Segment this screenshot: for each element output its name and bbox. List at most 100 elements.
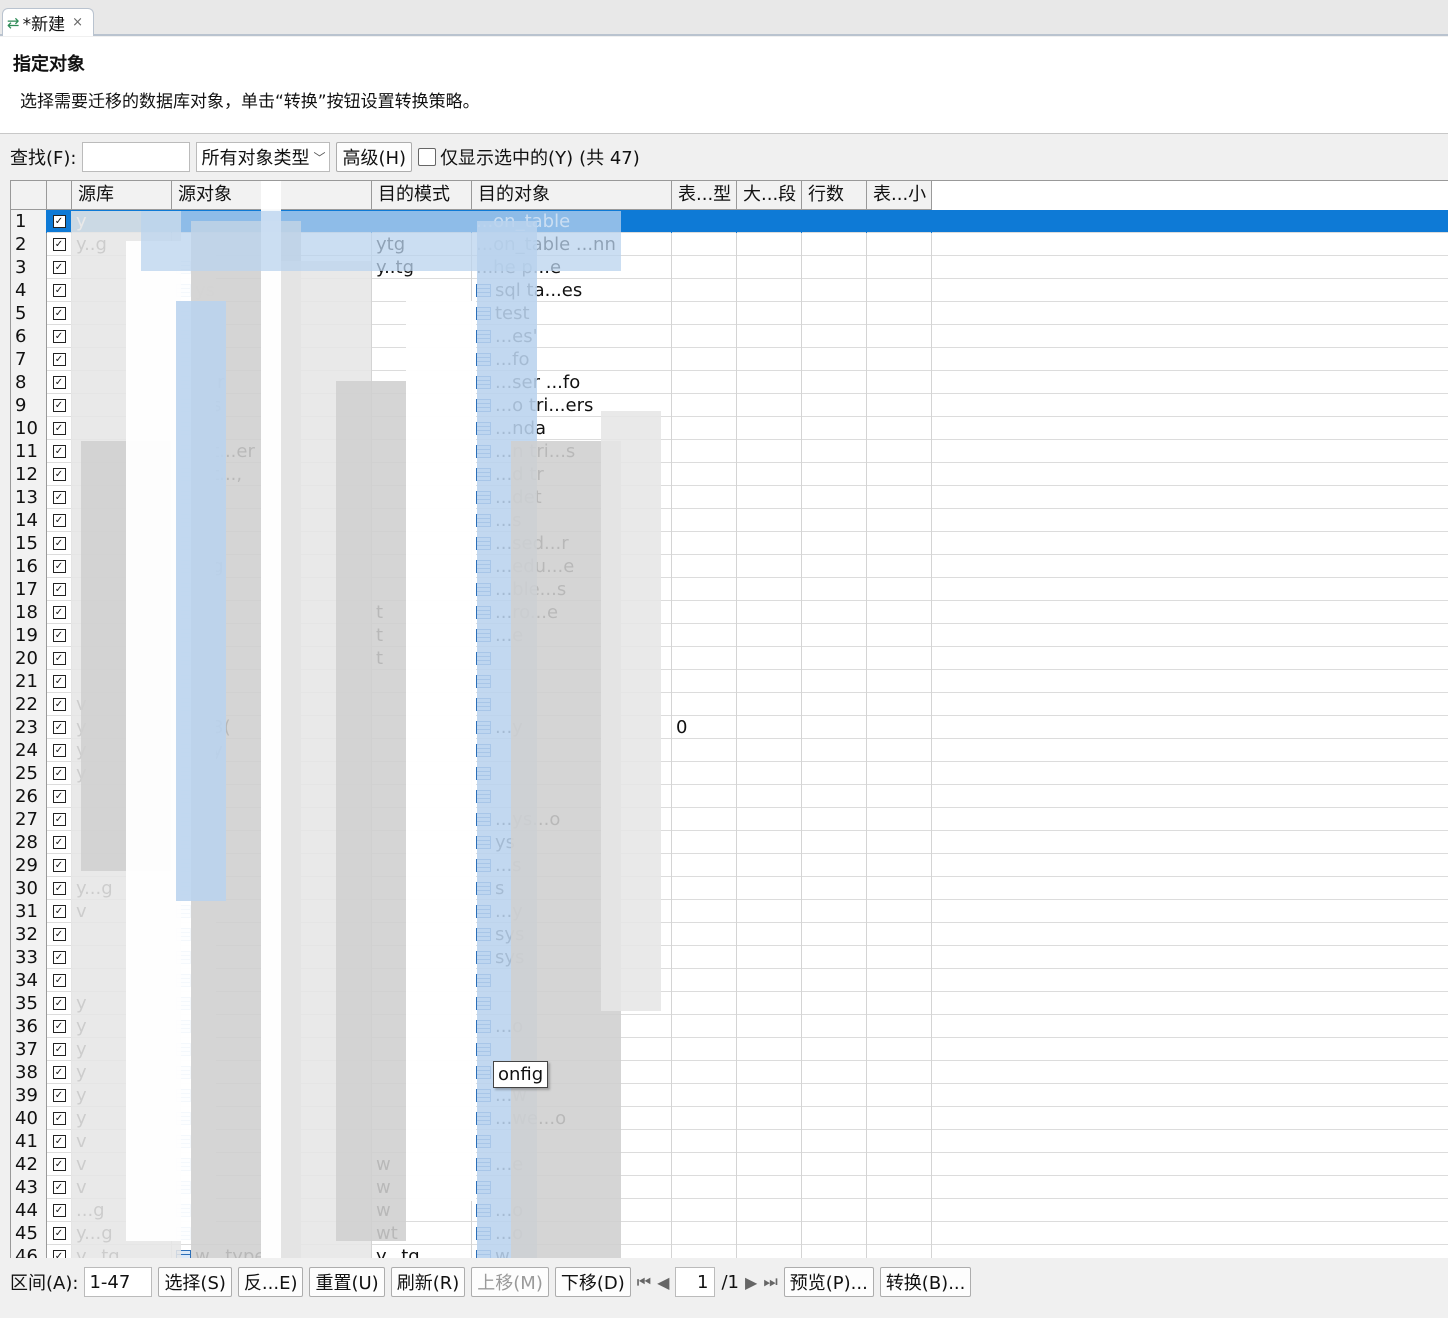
row-checkbox-cell[interactable]: ✓ bbox=[47, 716, 72, 739]
table-size-cell[interactable] bbox=[867, 716, 932, 739]
table-size-cell[interactable] bbox=[867, 532, 932, 555]
row-checkbox[interactable]: ✓ bbox=[52, 744, 66, 757]
table-type-cell[interactable] bbox=[672, 279, 737, 302]
row-checkbox-cell[interactable]: ✓ bbox=[47, 969, 72, 992]
tab-new[interactable]: ⇄ *新建 × bbox=[2, 8, 94, 36]
table-type-cell[interactable] bbox=[672, 785, 737, 808]
row-count-cell[interactable] bbox=[802, 923, 867, 946]
row-checkbox[interactable]: ✓ bbox=[52, 422, 66, 435]
row-checkbox[interactable]: ✓ bbox=[52, 238, 66, 251]
table-type-cell[interactable] bbox=[672, 877, 737, 900]
large-field-cell[interactable] bbox=[737, 302, 802, 325]
row-checkbox[interactable]: ✓ bbox=[52, 537, 66, 550]
row-checkbox-cell[interactable]: ✓ bbox=[47, 1199, 72, 1222]
convert-button[interactable]: 转换(B)... bbox=[879, 1267, 972, 1297]
table-type-cell[interactable] bbox=[672, 302, 737, 325]
row-count-cell[interactable] bbox=[802, 532, 867, 555]
table-type-cell[interactable] bbox=[672, 854, 737, 877]
row-count-cell[interactable] bbox=[802, 601, 867, 624]
row-checkbox-cell[interactable]: ✓ bbox=[47, 808, 72, 831]
table-type-cell[interactable] bbox=[672, 1107, 737, 1130]
table-size-cell[interactable] bbox=[867, 785, 932, 808]
row-count-cell[interactable] bbox=[802, 831, 867, 854]
table-type-cell[interactable] bbox=[672, 463, 737, 486]
row-checkbox[interactable]: ✓ bbox=[52, 859, 66, 872]
table-type-cell[interactable] bbox=[672, 946, 737, 969]
large-field-cell[interactable] bbox=[737, 1245, 802, 1258]
large-field-cell[interactable] bbox=[737, 279, 802, 302]
row-checkbox[interactable]: ✓ bbox=[52, 376, 66, 389]
row-count-cell[interactable] bbox=[802, 509, 867, 532]
large-field-cell[interactable] bbox=[737, 1038, 802, 1061]
close-icon[interactable]: × bbox=[72, 15, 83, 30]
preview-button[interactable]: 预览(P)... bbox=[783, 1267, 874, 1297]
table-size-cell[interactable] bbox=[867, 440, 932, 463]
table-type-cell[interactable] bbox=[672, 1176, 737, 1199]
large-field-cell[interactable] bbox=[737, 1061, 802, 1084]
table-type-cell[interactable] bbox=[672, 831, 737, 854]
table-size-cell[interactable] bbox=[867, 693, 932, 716]
table-type-cell[interactable] bbox=[672, 670, 737, 693]
row-count-cell[interactable] bbox=[802, 256, 867, 279]
table-type-cell[interactable] bbox=[672, 1015, 737, 1038]
table-type-cell[interactable] bbox=[672, 210, 737, 233]
row-checkbox-cell[interactable]: ✓ bbox=[47, 946, 72, 969]
table-size-cell[interactable] bbox=[867, 808, 932, 831]
table-size-cell[interactable] bbox=[867, 394, 932, 417]
row-checkbox[interactable]: ✓ bbox=[52, 560, 66, 573]
large-field-cell[interactable] bbox=[737, 716, 802, 739]
table-type-cell[interactable] bbox=[672, 693, 737, 716]
row-count-cell[interactable] bbox=[802, 1245, 867, 1258]
large-field-cell[interactable] bbox=[737, 1222, 802, 1245]
table-type-cell[interactable] bbox=[672, 578, 737, 601]
row-checkbox-cell[interactable]: ✓ bbox=[47, 371, 72, 394]
row-count-cell[interactable] bbox=[802, 808, 867, 831]
table-size-cell[interactable] bbox=[867, 1176, 932, 1199]
large-field-cell[interactable] bbox=[737, 969, 802, 992]
large-field-cell[interactable] bbox=[737, 233, 802, 256]
row-checkbox[interactable]: ✓ bbox=[52, 1250, 66, 1258]
large-field-cell[interactable] bbox=[737, 992, 802, 1015]
row-checkbox-cell[interactable]: ✓ bbox=[47, 279, 72, 302]
invert-button[interactable]: 反...E) bbox=[237, 1267, 304, 1297]
large-field-cell[interactable] bbox=[737, 877, 802, 900]
table-size-cell[interactable] bbox=[867, 279, 932, 302]
table-type-cell[interactable] bbox=[672, 969, 737, 992]
table-size-cell[interactable] bbox=[867, 670, 932, 693]
table-type-cell[interactable] bbox=[672, 1038, 737, 1061]
table-type-cell[interactable] bbox=[672, 256, 737, 279]
row-count-cell[interactable] bbox=[802, 279, 867, 302]
table-type-cell[interactable] bbox=[672, 624, 737, 647]
row-count-cell[interactable] bbox=[802, 417, 867, 440]
row-checkbox[interactable]: ✓ bbox=[52, 629, 66, 642]
header-row-count[interactable]: 行数 bbox=[802, 181, 867, 209]
row-checkbox[interactable]: ✓ bbox=[52, 698, 66, 711]
row-count-cell[interactable] bbox=[802, 693, 867, 716]
row-checkbox-cell[interactable]: ✓ bbox=[47, 854, 72, 877]
row-checkbox[interactable]: ✓ bbox=[52, 675, 66, 688]
row-count-cell[interactable] bbox=[802, 394, 867, 417]
large-field-cell[interactable] bbox=[737, 854, 802, 877]
row-checkbox-cell[interactable]: ✓ bbox=[47, 555, 72, 578]
table-size-cell[interactable] bbox=[867, 486, 932, 509]
table-size-cell[interactable] bbox=[867, 371, 932, 394]
row-count-cell[interactable] bbox=[802, 969, 867, 992]
row-count-cell[interactable] bbox=[802, 555, 867, 578]
table-type-cell[interactable] bbox=[672, 348, 737, 371]
row-checkbox[interactable]: ✓ bbox=[52, 836, 66, 849]
table-size-cell[interactable] bbox=[867, 1245, 932, 1258]
row-checkbox[interactable]: ✓ bbox=[52, 882, 66, 895]
row-checkbox[interactable]: ✓ bbox=[52, 307, 66, 320]
table-size-cell[interactable] bbox=[867, 233, 932, 256]
header-large-field[interactable]: 大...段 bbox=[737, 181, 802, 209]
row-checkbox-cell[interactable]: ✓ bbox=[47, 601, 72, 624]
table-size-cell[interactable] bbox=[867, 1107, 932, 1130]
row-checkbox-cell[interactable]: ✓ bbox=[47, 900, 72, 923]
advanced-button[interactable]: 高级(H) bbox=[336, 142, 413, 172]
find-input[interactable] bbox=[82, 142, 191, 172]
header-target-object[interactable]: 目的对象 bbox=[472, 181, 672, 209]
range-input[interactable]: 1-47 bbox=[84, 1267, 153, 1297]
large-field-cell[interactable] bbox=[737, 1130, 802, 1153]
large-field-cell[interactable] bbox=[737, 1199, 802, 1222]
large-field-cell[interactable] bbox=[737, 325, 802, 348]
